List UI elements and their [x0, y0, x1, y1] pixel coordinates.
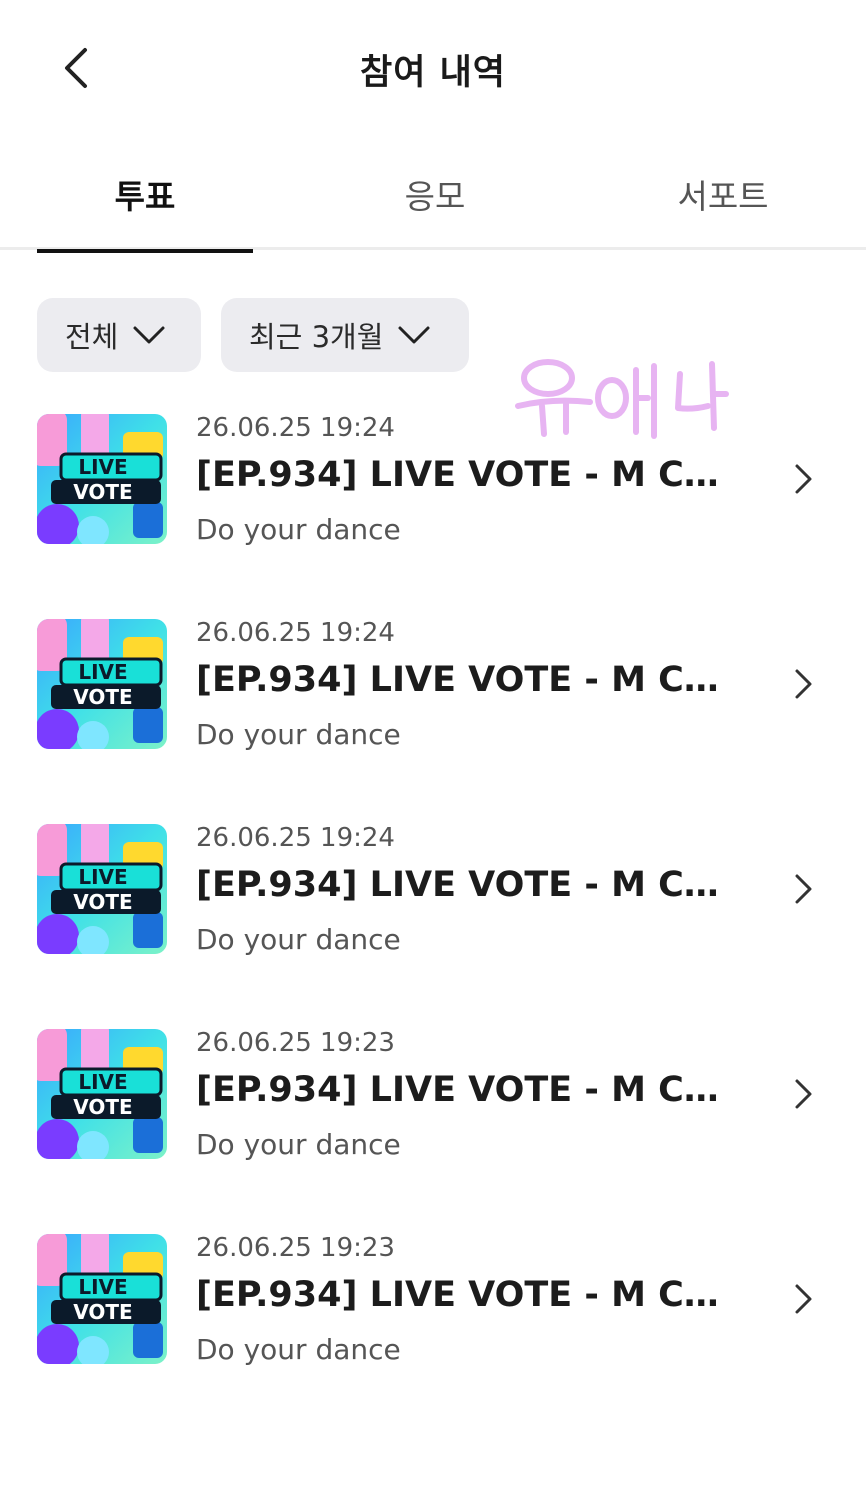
tab-support[interactable]: 서포트: [580, 150, 866, 250]
participation-date: 26.06.25 19:23: [196, 1028, 395, 1058]
event-title: [EP.934] LIVE VOTE - M COUNTDOWN: [196, 660, 736, 700]
thumbnail-line2: VOTE: [73, 1095, 132, 1119]
event-thumbnail: LIVE VOTE: [37, 1029, 167, 1159]
thumbnail-line1: LIVE: [78, 1070, 127, 1094]
page-title: 참여 내역: [360, 53, 506, 93]
chevron-down-icon: [398, 326, 430, 344]
participation-history-page: 참여 내역 투표 응모 서포트 전체 최근 3개월 LIVE VOTE 26.0…: [0, 0, 866, 1487]
participation-date: 26.06.25 19:24: [196, 823, 395, 853]
tab-entry[interactable]: 응모: [290, 150, 580, 250]
event-subtitle: Do your dance: [196, 1333, 401, 1366]
event-thumbnail: LIVE VOTE: [37, 1234, 167, 1364]
event-thumbnail: LIVE VOTE: [37, 414, 167, 544]
event-thumbnail: LIVE VOTE: [37, 619, 167, 749]
event-title: [EP.934] LIVE VOTE - M COUNTDOWN: [196, 865, 736, 905]
event-title: [EP.934] LIVE VOTE - M COUNTDOWN: [196, 1070, 736, 1110]
header: 참여 내역: [0, 0, 866, 140]
list-item[interactable]: LIVE VOTE 26.06.25 19:23 [EP.934] LIVE V…: [0, 1028, 866, 1233]
event-subtitle: Do your dance: [196, 718, 401, 751]
thumbnail-line1: LIVE: [78, 455, 127, 479]
category-filter-label: 전체: [65, 320, 119, 354]
event-title: [EP.934] LIVE VOTE - M COUNTDOWN: [196, 455, 736, 495]
thumbnail-line2: VOTE: [73, 685, 132, 709]
event-subtitle: Do your dance: [196, 1128, 401, 1161]
participation-date: 26.06.25 19:24: [196, 618, 395, 648]
thumbnail-line2: VOTE: [73, 1300, 132, 1324]
chevron-right-icon: [795, 874, 812, 904]
participation-date: 26.06.25 19:23: [196, 1233, 395, 1263]
thumbnail-line1: LIVE: [78, 660, 127, 684]
list-item[interactable]: LIVE VOTE 26.06.25 19:24 [EP.934] LIVE V…: [0, 413, 866, 618]
participation-date: 26.06.25 19:24: [196, 413, 395, 443]
vote-history-list: LIVE VOTE 26.06.25 19:24 [EP.934] LIVE V…: [0, 413, 866, 1438]
filter-bar: 전체 최근 3개월: [37, 298, 469, 372]
chevron-right-icon: [795, 669, 812, 699]
chevron-right-icon: [795, 1284, 812, 1314]
tab-vote[interactable]: 투표: [0, 150, 290, 253]
event-thumbnail: LIVE VOTE: [37, 824, 167, 954]
category-filter-dropdown[interactable]: 전체: [37, 298, 201, 372]
event-title: [EP.934] LIVE VOTE - M COUNTDOWN: [196, 1275, 736, 1315]
chevron-right-icon: [795, 1079, 812, 1109]
thumbnail-line1: LIVE: [78, 865, 127, 889]
period-filter-dropdown[interactable]: 최근 3개월: [221, 298, 469, 372]
chevron-right-icon: [795, 464, 812, 494]
thumbnail-line1: LIVE: [78, 1275, 127, 1299]
thumbnail-line2: VOTE: [73, 890, 132, 914]
tab-bar: 투표 응모 서포트: [0, 150, 866, 253]
thumbnail-line2: VOTE: [73, 480, 132, 504]
period-filter-label: 최근 3개월: [249, 320, 384, 354]
list-item[interactable]: LIVE VOTE 26.06.25 19:24 [EP.934] LIVE V…: [0, 618, 866, 823]
event-subtitle: Do your dance: [196, 923, 401, 956]
chevron-down-icon: [133, 326, 165, 344]
list-item[interactable]: LIVE VOTE 26.06.25 19:23 [EP.934] LIVE V…: [0, 1233, 866, 1438]
list-item[interactable]: LIVE VOTE 26.06.25 19:24 [EP.934] LIVE V…: [0, 823, 866, 1028]
event-subtitle: Do your dance: [196, 513, 401, 546]
